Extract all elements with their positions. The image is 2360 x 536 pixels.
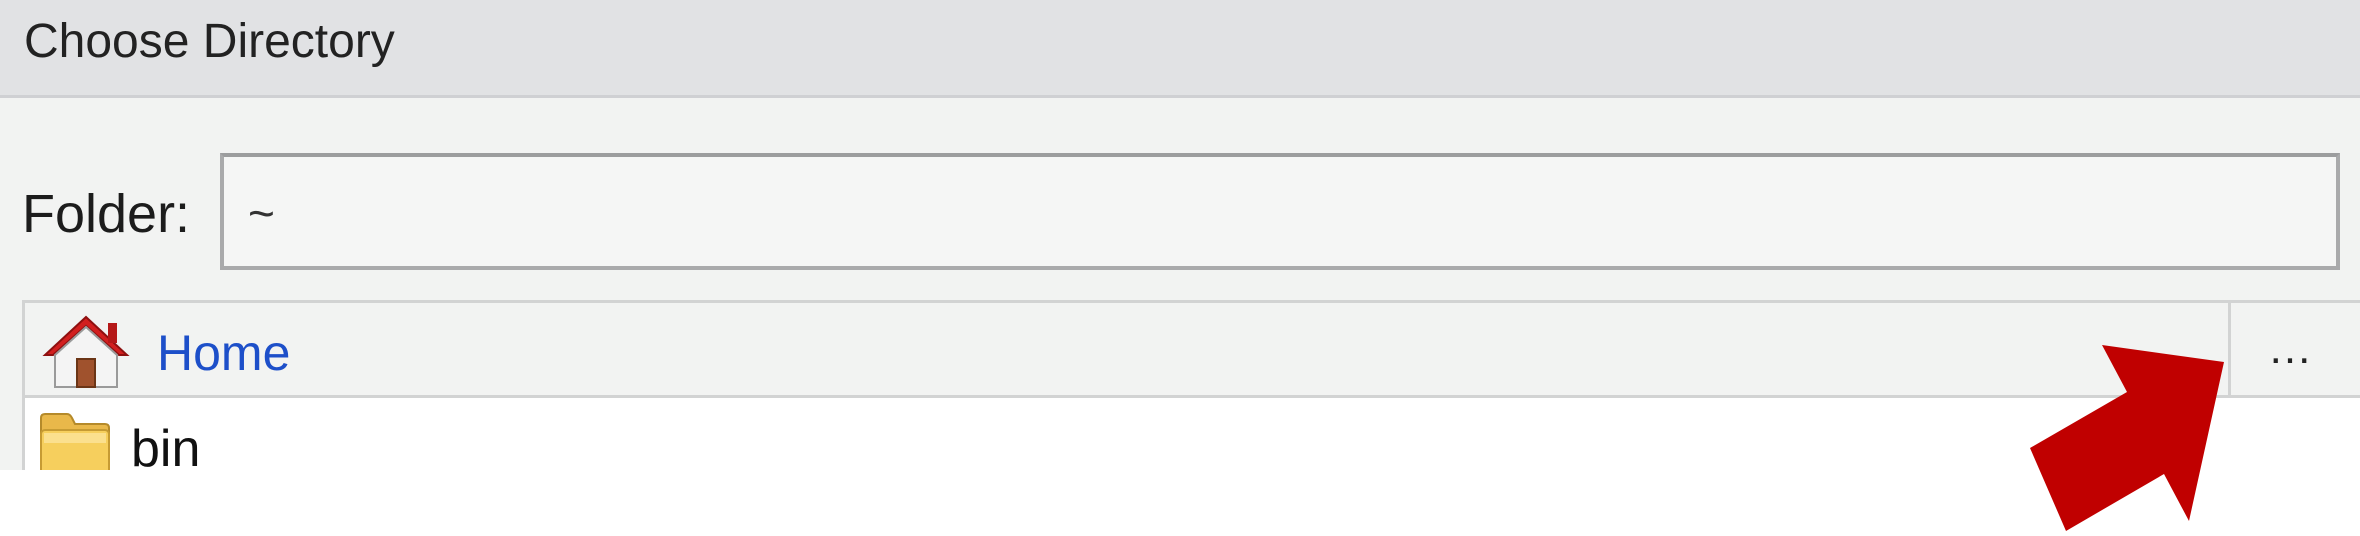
folder-label: Folder: (22, 184, 191, 244)
folder-input-value: ~ (248, 187, 275, 239)
folder-icon (37, 412, 113, 470)
dialog-title: Choose Directory (24, 15, 395, 68)
breadcrumb: Home ... (22, 300, 2360, 398)
list-item[interactable]: bin (22, 398, 2360, 470)
home-icon (41, 313, 131, 396)
choose-directory-dialog: Choose Directory Folder: ~ Home ... bin (0, 0, 2360, 470)
list-item-label: bin (131, 420, 201, 470)
folder-input[interactable]: ~ (220, 153, 2340, 270)
title-bar: Choose Directory (0, 0, 2360, 98)
red-arrow-annotation (2030, 345, 2250, 536)
home-link[interactable]: Home (157, 325, 290, 381)
